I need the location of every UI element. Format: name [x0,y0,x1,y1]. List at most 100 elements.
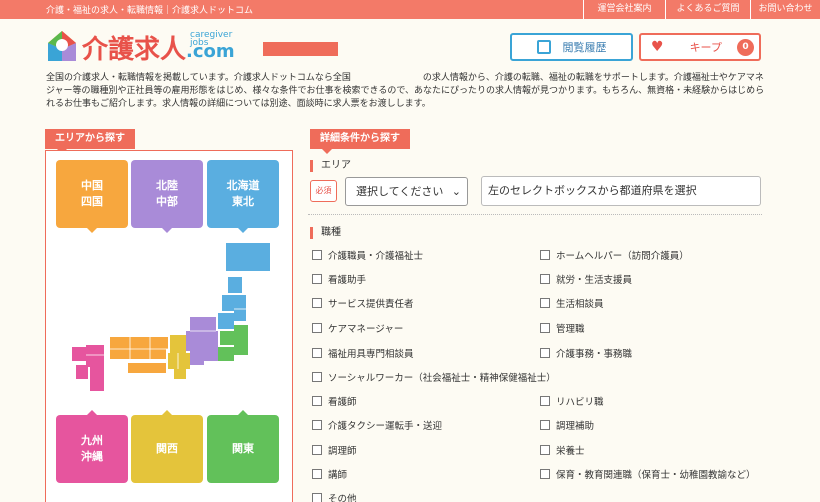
area-tile-kansai[interactable]: 関西 [131,410,203,483]
tile-pointer [238,228,248,233]
area-tile-chugoku-shikoku[interactable]: 中国 四国 [56,160,128,233]
job-checkbox[interactable]: 看護師 [312,394,357,408]
top-links: 運営会社案内 よくあるご質問 お問い合わせ [583,0,820,19]
checkbox-label: ソーシャルワーカー（社会福祉士・精神保健福祉士） [328,373,556,384]
checkbox-label: 調理補助 [556,421,595,432]
checkbox[interactable] [540,274,550,284]
intro-text: 全国の介護求人・転職情報を掲載しています。介護求人ドットコムなら全国 の求人情報… [46,73,765,109]
keep-button[interactable]: ♥ キープ 0 [639,33,761,61]
faq-link[interactable]: よくあるご質問 [665,0,750,19]
checkbox-label: 介護職員・介護福祉士 [328,251,424,262]
checkbox-label: 就労・生活支援員 [556,275,633,286]
job-checkbox[interactable]: 介護タクシー運転手・送迎 [312,418,442,432]
job-checkbox[interactable]: リハビリ職 [540,394,604,408]
job-field-label: 職種 [310,227,341,239]
prefecture-select[interactable]: 選択してください ⌄ [345,177,468,206]
divider [308,214,762,215]
job-checkbox[interactable]: 保育・教育関連職（保育士・幼稚園教諭など） [540,467,756,481]
checkbox[interactable] [540,250,550,260]
area-tile-kyushu-okinawa[interactable]: 九州 沖縄 [56,410,128,483]
heart-icon: ♥ [651,39,664,55]
tile-pointer [162,228,172,233]
japan-map[interactable] [70,237,275,397]
job-checkbox[interactable]: 看護助手 [312,272,366,286]
tile-label: 中国 四国 [81,179,103,208]
area-tile-kanto[interactable]: 関東 [207,410,279,483]
checkbox[interactable] [540,323,550,333]
checkbox[interactable] [540,298,550,308]
checkbox-label: 介護タクシー運転手・送迎 [328,421,443,432]
checkbox-label: 看護助手 [328,275,367,286]
checkbox-label: ケアマネージャー [328,324,404,335]
job-checkbox[interactable]: サービス提供責任者 [312,296,414,310]
checkbox-label: 看護師 [328,397,357,408]
job-checkbox[interactable]: 介護事務・事務職 [540,346,632,360]
job-checkbox[interactable]: 調理師 [312,443,357,457]
tile-pointer [87,410,97,415]
checkbox-label: リハビリ職 [556,397,604,408]
checkbox-label: その他 [328,494,357,502]
tile-pointer [87,228,97,233]
area-tile-hokuriku-chubu[interactable]: 北陸 中部 [131,160,203,233]
job-checkbox[interactable]: 福祉用具専門相談員 [312,346,414,360]
checkbox[interactable] [540,348,550,358]
checkbox-label: サービス提供責任者 [328,299,414,310]
checkbox[interactable] [312,469,322,479]
area-section-title: エリアから探す [45,129,135,154]
checkbox[interactable] [312,445,322,455]
checkbox-label: 介護事務・事務職 [556,349,633,360]
logo-mark-icon [48,31,76,61]
prefecture-hint: 左のセレクトボックスから都道府県を選択 [481,176,761,206]
tile-label: 北陸 中部 [156,179,178,208]
keep-count-badge: 0 [737,39,754,56]
keep-label: キープ [689,41,722,54]
job-checkbox[interactable]: ホームヘルパー（訪問介護員） [540,248,689,262]
job-checkbox[interactable]: 介護職員・介護福祉士 [312,248,423,262]
job-checkbox[interactable]: 講師 [312,467,347,481]
detail-section-title: 詳細条件から探す [310,129,410,154]
area-field-label: エリア [310,160,351,172]
select-value: 選択してください [356,185,444,198]
checkbox[interactable] [312,348,322,358]
job-checkbox[interactable]: 管理職 [540,321,585,335]
checkbox[interactable] [540,445,550,455]
tile-label: 関西 [156,442,178,455]
checkbox-label: 福祉用具専門相談員 [328,349,414,360]
job-checkbox[interactable]: その他 [312,491,357,502]
checkbox-label: 調理師 [328,446,357,457]
job-checkbox[interactable]: ソーシャルワーカー（社会福祉士・精神保健福祉士） [312,370,556,384]
history-button[interactable]: 閲覧履歴 [510,33,633,61]
checkbox[interactable] [312,323,322,333]
job-checkbox[interactable]: ケアマネージャー [312,321,403,335]
checkbox-label: 講師 [328,470,348,481]
job-checkbox[interactable]: 生活相談員 [540,296,604,310]
checkbox[interactable] [312,298,322,308]
checkbox[interactable] [540,420,550,430]
checkbox[interactable] [312,420,322,430]
tile-pointer [238,410,248,415]
area-tile-hokkaido-tohoku[interactable]: 北海道 東北 [207,160,279,233]
company-link[interactable]: 運営会社案内 [583,0,665,19]
logo-name: 介護求人 [82,35,187,65]
top-bar: 介護・福祉の求人・転職情報｜介護求人ドットコム 運営会社案内 よくあるご質問 お… [0,0,820,19]
contact-link[interactable]: お問い合わせ [750,0,820,19]
checkbox[interactable] [312,372,322,382]
tile-label: 九州 沖縄 [81,434,103,463]
checkbox-label: 管理職 [556,324,585,335]
checkbox-label: 生活相談員 [556,299,604,310]
checkbox[interactable] [540,396,550,406]
checkbox[interactable] [312,396,322,406]
job-checkbox[interactable]: 栄養士 [540,443,585,457]
site-tagline: 介護・福祉の求人・転職情報｜介護求人ドットコム [46,6,254,16]
logo-dotcom: .com [186,41,235,62]
checkbox[interactable] [312,250,322,260]
tile-label: 関東 [232,442,254,455]
checkbox[interactable] [312,274,322,284]
job-checkbox[interactable]: 就労・生活支援員 [540,272,632,286]
redacted-banner [263,42,338,56]
checkbox[interactable] [540,469,550,479]
site-logo[interactable]: 介護求人 caregiver jobs .com [46,29,246,65]
required-badge: 必須 [310,180,337,202]
job-checkbox[interactable]: 調理補助 [540,418,594,432]
checkbox[interactable] [312,493,322,502]
